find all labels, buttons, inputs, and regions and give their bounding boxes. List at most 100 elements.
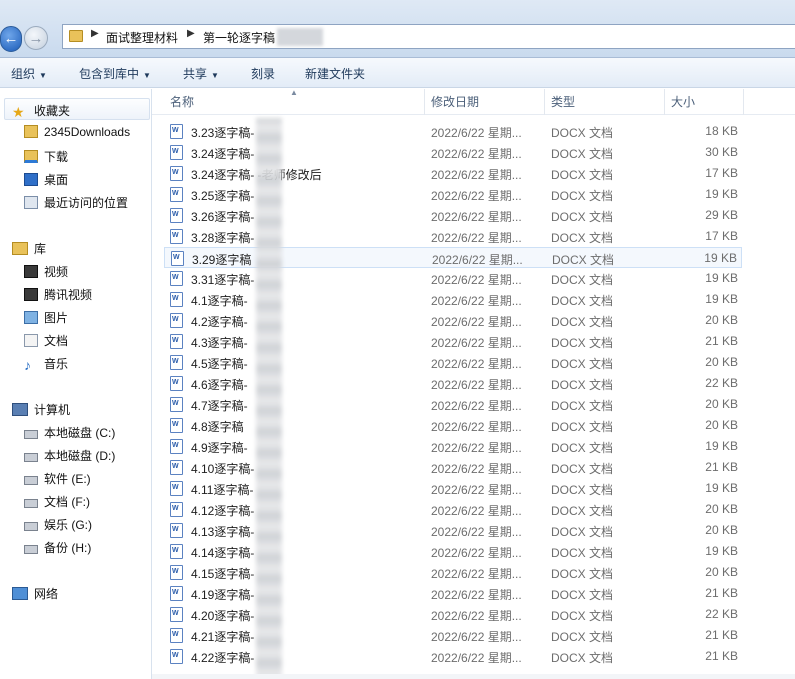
include-library-button[interactable]: 包含到库中 ▼	[79, 65, 151, 82]
file-size: 19 KB	[705, 292, 738, 306]
new-folder-button[interactable]: 新建文件夹	[305, 65, 365, 82]
breadcrumb-item[interactable]: 第一轮逐字稿	[203, 29, 275, 46]
file-date: 2022/6/22 星期...	[431, 546, 522, 560]
file-type: DOCX 文档	[551, 315, 614, 329]
nav-drive-c[interactable]: 本地磁盘 (C:)	[24, 424, 115, 441]
file-row[interactable]: 4.15逐字稿- 2022/6/22 星期... DOCX 文档 20 KB	[164, 562, 742, 583]
file-type: DOCX 文档	[551, 357, 614, 371]
file-date: 2022/6/22 星期...	[431, 357, 522, 371]
word-document-icon	[170, 166, 183, 181]
nav-libraries[interactable]: 库	[12, 240, 46, 257]
share-button[interactable]: 共享 ▼	[183, 65, 219, 82]
word-document-icon	[170, 502, 183, 517]
file-row[interactable]: 3.28逐字稿- 2022/6/22 星期... DOCX 文档 17 KB	[164, 226, 742, 247]
file-row[interactable]: 4.2逐字稿- 2022/6/22 星期... DOCX 文档 20 KB	[164, 310, 742, 331]
nav-favorites[interactable]: ★ 收藏夹	[12, 102, 70, 120]
file-row[interactable]: 4.3逐字稿- 2022/6/22 星期... DOCX 文档 21 KB	[164, 331, 742, 352]
file-row[interactable]: 4.1逐字稿- 2022/6/22 星期... DOCX 文档 19 KB	[164, 289, 742, 310]
word-document-icon	[170, 544, 183, 559]
nav-fav-downloads[interactable]: 下载	[24, 148, 68, 165]
command-bar: 组织 ▼ 包含到库中 ▼ 共享 ▼ 刻录 新建文件夹	[0, 58, 795, 88]
file-date: 2022/6/22 星期...	[431, 651, 522, 665]
file-row[interactable]: 4.13逐字稿- 2022/6/22 星期... DOCX 文档 20 KB	[164, 520, 742, 541]
file-size: 19 KB	[704, 251, 737, 265]
file-date: 2022/6/22 星期...	[431, 504, 522, 518]
file-type: DOCX 文档	[551, 210, 614, 224]
organize-button[interactable]: 组织 ▼	[11, 65, 47, 82]
file-type: DOCX 文档	[551, 147, 614, 161]
file-size: 22 KB	[705, 607, 738, 621]
file-name: 4.10逐字稿-	[191, 462, 255, 476]
file-row[interactable]: 4.22逐字稿- 2022/6/22 星期... DOCX 文档 21 KB	[164, 646, 742, 667]
file-row[interactable]: 3.23逐字稿- 2022/6/22 星期... DOCX 文档 18 KB	[164, 121, 742, 142]
file-row[interactable]: 4.6逐字稿- 2022/6/22 星期... DOCX 文档 22 KB	[164, 373, 742, 394]
file-row[interactable]: 4.12逐字稿- 2022/6/22 星期... DOCX 文档 20 KB	[164, 499, 742, 520]
nav-lib-tencent-video[interactable]: 腾讯视频	[24, 286, 92, 303]
column-header-date[interactable]: 修改日期	[425, 89, 545, 115]
burn-button[interactable]: 刻录	[251, 65, 275, 82]
forward-button[interactable]: →	[24, 26, 48, 50]
file-row[interactable]: 4.14逐字稿- 2022/6/22 星期... DOCX 文档 19 KB	[164, 541, 742, 562]
file-name: 4.3逐字稿-	[191, 336, 248, 350]
address-bar-region: ← → ▶ 面试整理材料 ▶ 第一轮逐字稿	[0, 0, 795, 58]
file-row[interactable]: 3.24逐字稿- -老师修改后2022/6/22 星期...DOCX 文档17 …	[164, 163, 742, 184]
file-name: 3.28逐字稿-	[191, 231, 255, 245]
file-row[interactable]: 4.20逐字稿- 2022/6/22 星期... DOCX 文档 22 KB	[164, 604, 742, 625]
address-box[interactable]: ▶ 面试整理材料 ▶ 第一轮逐字稿	[62, 24, 795, 49]
file-date: 2022/6/22 星期...	[431, 210, 522, 224]
nav-computer[interactable]: 计算机	[12, 401, 70, 418]
navigation-pane: ★ 收藏夹 2345Downloads 下载 桌面 最近访问的位置 库 视频 腾讯…	[0, 89, 152, 679]
file-size: 19 KB	[705, 187, 738, 201]
file-row[interactable]: 4.11逐字稿- 2022/6/22 星期... DOCX 文档 19 KB	[164, 478, 742, 499]
file-row[interactable]: 4.8逐字稿 2022/6/22 星期... DOCX 文档 20 KB	[164, 415, 742, 436]
file-size: 20 KB	[705, 502, 738, 516]
nav-fav-desktop[interactable]: 桌面	[24, 171, 68, 188]
nav-lib-videos[interactable]: 视频	[24, 263, 68, 280]
back-button[interactable]: ←	[0, 26, 22, 52]
desktop-icon	[24, 173, 38, 186]
file-size: 17 KB	[705, 229, 738, 243]
file-row[interactable]: 4.19逐字稿- 2022/6/22 星期... DOCX 文档 21 KB	[164, 583, 742, 604]
nav-item-label: 本地磁盘 (C:)	[44, 426, 116, 440]
nav-drive-h[interactable]: 备份 (H:)	[24, 539, 91, 556]
breadcrumb-item[interactable]: 面试整理材料	[106, 29, 178, 46]
file-date: 2022/6/22 星期...	[431, 441, 522, 455]
file-size: 19 KB	[705, 544, 738, 558]
file-type: DOCX 文档	[551, 441, 614, 455]
file-row[interactable]: 4.5逐字稿- 2022/6/22 星期... DOCX 文档 20 KB	[164, 352, 742, 373]
column-header-name[interactable]: 名称	[164, 89, 425, 115]
nav-fav-2345downloads[interactable]: 2345Downloads	[24, 125, 130, 139]
documents-icon	[24, 334, 38, 347]
file-row[interactable]: 3.31逐字稿- 2022/6/22 星期... DOCX 文档 19 KB	[164, 268, 742, 289]
file-row[interactable]: 4.7逐字稿- 2022/6/22 星期... DOCX 文档 20 KB	[164, 394, 742, 415]
nav-drive-f[interactable]: 文档 (F:)	[24, 493, 90, 510]
file-type: DOCX 文档	[551, 378, 614, 392]
nav-item-label: 最近访问的位置	[44, 196, 129, 210]
nav-drive-g[interactable]: 娱乐 (G:)	[24, 516, 92, 533]
nav-drive-e[interactable]: 软件 (E:)	[24, 470, 91, 487]
file-row[interactable]: 4.21逐字稿- 2022/6/22 星期... DOCX 文档 21 KB	[164, 625, 742, 646]
file-row[interactable]: 3.25逐字稿- 2022/6/22 星期... DOCX 文档 19 KB	[164, 184, 742, 205]
nav-network[interactable]: 网络	[12, 585, 58, 602]
nav-fav-recent-places[interactable]: 最近访问的位置	[24, 194, 128, 211]
file-row[interactable]: 3.29逐字稿 2022/6/22 星期... DOCX 文档 19 KB	[164, 247, 742, 268]
file-row[interactable]: 3.24逐字稿- 2022/6/22 星期... DOCX 文档 30 KB	[164, 142, 742, 163]
nav-lib-pictures[interactable]: 图片	[24, 309, 68, 326]
column-header-size[interactable]: 大小	[665, 89, 744, 115]
nav-lib-documents[interactable]: 文档	[24, 332, 68, 349]
file-row[interactable]: 4.10逐字稿- 2022/6/22 星期... DOCX 文档 21 KB	[164, 457, 742, 478]
column-header-type[interactable]: 类型	[545, 89, 665, 115]
file-row[interactable]: 3.26逐字稿- 2022/6/22 星期... DOCX 文档 29 KB	[164, 205, 742, 226]
nav-lib-music[interactable]: ♪ 音乐	[24, 355, 68, 372]
nav-item-label: 视频	[44, 265, 69, 279]
file-date: 2022/6/22 星期...	[431, 588, 522, 602]
file-row[interactable]: 4.9逐字稿- 2022/6/22 星期... DOCX 文档 19 KB	[164, 436, 742, 457]
nav-drive-d[interactable]: 本地磁盘 (D:)	[24, 447, 115, 464]
chevron-right-icon[interactable]: ▶	[187, 28, 195, 39]
chevron-right-icon[interactable]: ▶	[91, 28, 99, 39]
back-arrow-icon: ←	[3, 30, 19, 47]
file-type: DOCX 文档	[551, 273, 614, 287]
drive-icon	[24, 453, 38, 462]
file-type: DOCX 文档	[551, 567, 614, 581]
word-document-icon	[170, 187, 183, 202]
